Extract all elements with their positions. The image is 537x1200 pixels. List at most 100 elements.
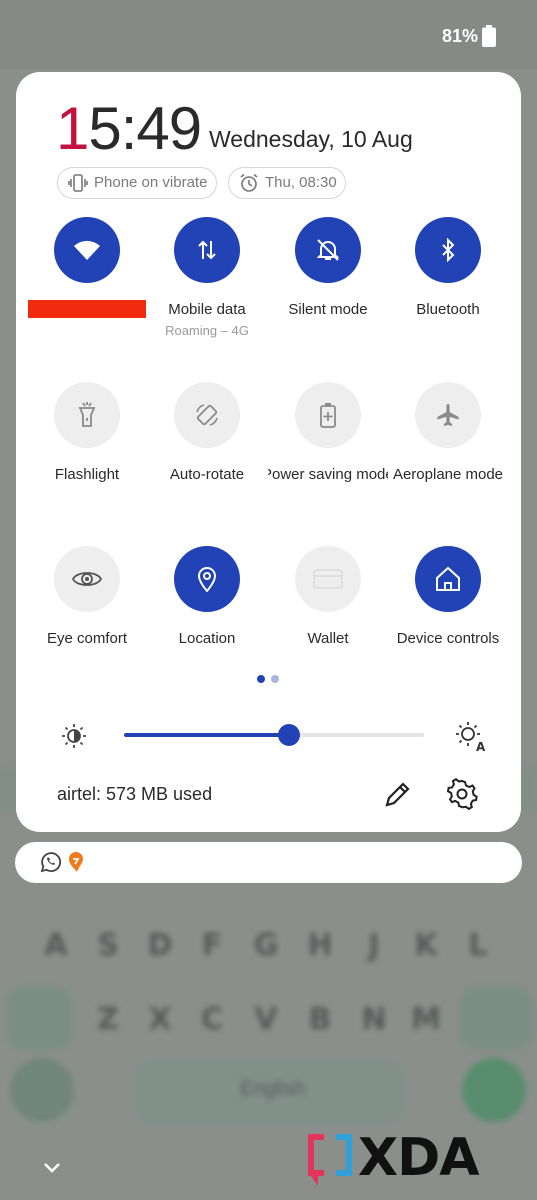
tile-location[interactable]: Location	[147, 546, 267, 647]
battery-saver-icon	[320, 403, 336, 428]
alarm-chip-label: Thu, 08:30	[265, 174, 337, 191]
brightness-low-icon	[62, 724, 86, 748]
tile-label: Flashlight	[54, 466, 120, 483]
alarm-chip[interactable]: Thu, 08:30	[228, 167, 346, 199]
auto-rotate-toggle[interactable]	[174, 382, 240, 448]
page-dot-active[interactable]	[257, 675, 265, 683]
brightness-slider[interactable]	[124, 724, 424, 746]
bluetooth-toggle[interactable]	[415, 217, 481, 283]
mobile-data-toggle[interactable]	[174, 217, 240, 283]
battery-icon	[482, 25, 496, 47]
tile-bluetooth[interactable]: Bluetooth	[388, 217, 508, 318]
mobile-data-icon	[198, 240, 216, 260]
keyboard-space-label: English	[240, 1078, 306, 1100]
keyboard-row-1: A S D F G H J K L	[0, 918, 537, 978]
notification-bar[interactable]	[15, 842, 522, 883]
tile-power-saving[interactable]: Power saving mode	[268, 382, 388, 483]
tile-sublabel: Roaming – 4G	[165, 323, 249, 338]
pencil-icon[interactable]	[382, 778, 414, 810]
wifi-toggle[interactable]	[54, 217, 120, 283]
keyboard-key: L	[468, 928, 488, 963]
clock-first-digit: 1	[56, 95, 89, 162]
airplane-icon	[437, 404, 459, 426]
keyboard-key: V	[254, 1002, 278, 1037]
clock-time: 5:49	[88, 95, 202, 162]
svg-text:A: A	[476, 740, 486, 752]
eye-comfort-toggle[interactable]	[54, 546, 120, 612]
date-label: Wednesday, 10 Aug	[209, 126, 413, 152]
silent-mode-toggle[interactable]	[295, 217, 361, 283]
keyboard-backspace-key	[460, 986, 532, 1050]
keyboard-key: K	[414, 928, 438, 963]
keyboard-key: F	[201, 928, 223, 963]
tile-aeroplane-mode[interactable]: Aeroplane mode	[388, 382, 508, 483]
brightness-auto-icon: A	[456, 722, 486, 752]
home-icon	[436, 566, 460, 591]
keyboard-key: S	[97, 928, 119, 963]
keyboard-key: X	[148, 1002, 172, 1037]
tile-label: Wallet	[307, 630, 349, 647]
tile-flashlight[interactable]: Flashlight	[27, 382, 147, 483]
swiggy-icon	[69, 852, 83, 872]
tile-device-controls[interactable]: Device controls	[388, 546, 508, 647]
tile-label: Silent mode	[288, 301, 368, 318]
battery-percentage: 81%	[442, 26, 479, 46]
wifi-icon	[74, 240, 100, 260]
tile-wifi[interactable]	[27, 217, 147, 283]
keyboard-key: C	[200, 1002, 224, 1037]
page-indicator[interactable]	[257, 675, 281, 683]
tile-silent-mode[interactable]: Silent mode	[268, 217, 388, 318]
tile-mobile-data[interactable]: Mobile data Roaming – 4G	[147, 217, 267, 338]
data-usage-label[interactable]: airtel: 573 MB used	[57, 784, 212, 805]
keyboard-key: J	[368, 928, 380, 963]
flashlight-icon	[78, 402, 96, 427]
clock: 15:49	[56, 94, 202, 163]
location-icon	[197, 567, 217, 592]
tile-label: Device controls	[396, 630, 500, 647]
bluetooth-icon	[442, 238, 455, 262]
tile-auto-rotate[interactable]: Auto-rotate	[147, 382, 267, 483]
keyboard-key: M	[411, 1002, 441, 1037]
keyboard-key: B	[308, 1002, 332, 1037]
aeroplane-mode-toggle[interactable]	[415, 382, 481, 448]
quick-settings-panel: 15:49 Wednesday, 10 Aug Phone on vibrate…	[16, 72, 521, 832]
redacted-network-name	[28, 300, 146, 318]
xda-watermark-text: XDA	[358, 1128, 479, 1188]
xda-watermark: XDA	[306, 1128, 510, 1188]
tile-label: Power saving mode	[268, 466, 388, 483]
keyboard-key: H	[307, 928, 333, 963]
keyboard-key: N	[361, 1002, 387, 1037]
power-saving-toggle[interactable]	[295, 382, 361, 448]
keyboard-symbols-key	[10, 1058, 74, 1122]
gear-icon[interactable]	[446, 778, 478, 810]
keyboard-key: D	[147, 928, 173, 963]
tile-label: Location	[178, 630, 236, 647]
bell-off-icon	[316, 239, 340, 261]
tile-label: Mobile data	[168, 301, 246, 318]
device-controls-toggle[interactable]	[415, 546, 481, 612]
tile-label: Bluetooth	[416, 301, 480, 318]
tile-eye-comfort[interactable]: Eye comfort	[27, 546, 147, 647]
location-toggle[interactable]	[174, 546, 240, 612]
keyboard-key: G	[253, 928, 279, 963]
eye-icon	[72, 572, 102, 586]
tile-label: Auto-rotate	[169, 466, 245, 483]
tile-label: Eye comfort	[46, 630, 128, 647]
page-dot[interactable]	[271, 675, 279, 683]
wallet-toggle[interactable]	[295, 546, 361, 612]
whatsapp-icon	[40, 852, 61, 873]
wallet-icon	[313, 569, 343, 589]
brightness-slider-fill	[124, 733, 289, 737]
tile-wallet[interactable]: Wallet	[268, 546, 388, 647]
keyboard-row-2: Z X C V B N M	[0, 992, 537, 1052]
chevron-down-icon[interactable]	[40, 1155, 64, 1179]
xda-logo-icon	[308, 1134, 352, 1186]
flashlight-toggle[interactable]	[54, 382, 120, 448]
tile-label: Aeroplane mode	[392, 466, 504, 483]
vibrate-icon	[68, 174, 88, 192]
brightness-slider-thumb[interactable]	[278, 724, 300, 746]
vibrate-chip[interactable]: Phone on vibrate	[57, 167, 217, 199]
auto-rotate-icon	[196, 404, 218, 426]
keyboard-key: A	[44, 928, 68, 963]
vibrate-chip-label: Phone on vibrate	[94, 174, 208, 191]
